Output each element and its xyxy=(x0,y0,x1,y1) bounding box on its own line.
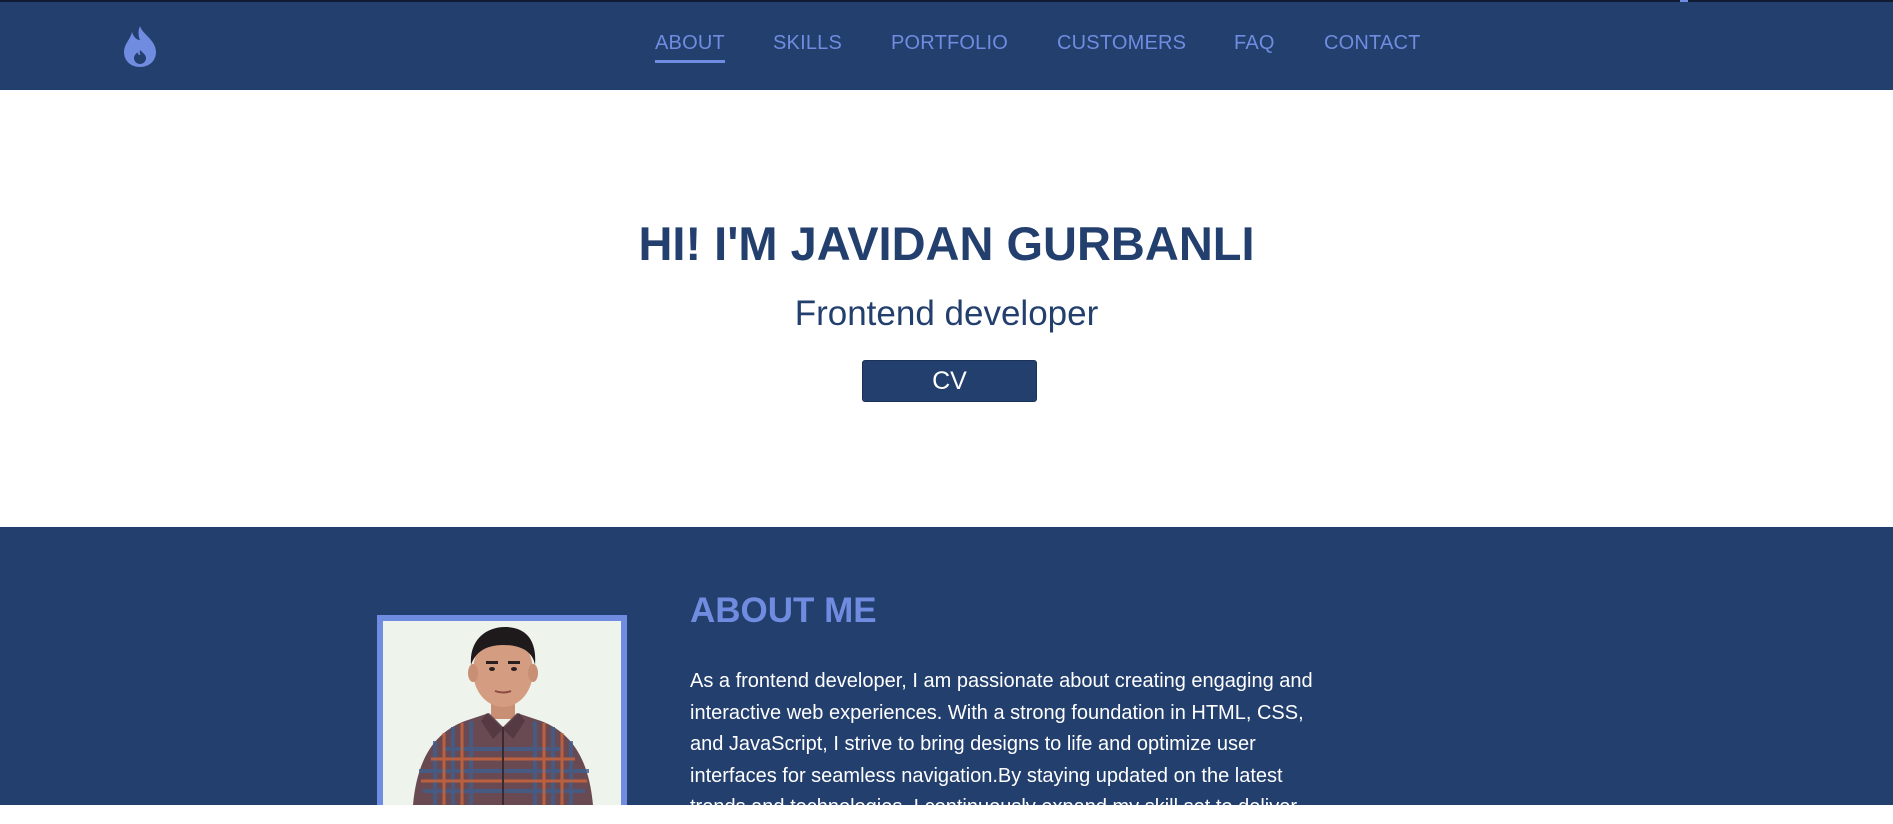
hero-section: HI! I'M JAVIDAN GURBANLI Frontend develo… xyxy=(0,90,1893,527)
profile-photo xyxy=(383,621,621,805)
main-nav: ABOUT SKILLS PORTFOLIO CUSTOMERS FAQ CON… xyxy=(0,2,1893,90)
navbar: ABOUT SKILLS PORTFOLIO CUSTOMERS FAQ CON… xyxy=(0,2,1893,90)
hero-title: HI! I'M JAVIDAN GURBANLI xyxy=(638,217,1255,270)
nav-customers[interactable]: CUSTOMERS xyxy=(1057,32,1186,55)
nav-faq[interactable]: FAQ xyxy=(1234,32,1275,55)
profile-photo-frame xyxy=(377,615,627,805)
nav-about[interactable]: ABOUT xyxy=(655,32,725,63)
nav-contact[interactable]: CONTACT xyxy=(1324,32,1421,55)
about-text: As a frontend developer, I am passionate… xyxy=(690,670,1313,818)
about-section: ABOUT ME As a frontend developer, I am p… xyxy=(0,527,1893,818)
cv-button[interactable]: CV xyxy=(862,360,1037,402)
about-title: ABOUT ME xyxy=(690,591,877,630)
nav-skills[interactable]: SKILLS xyxy=(773,32,842,55)
hero-subtitle: Frontend developer xyxy=(794,294,1099,333)
nav-portfolio[interactable]: PORTFOLIO xyxy=(891,32,1008,55)
